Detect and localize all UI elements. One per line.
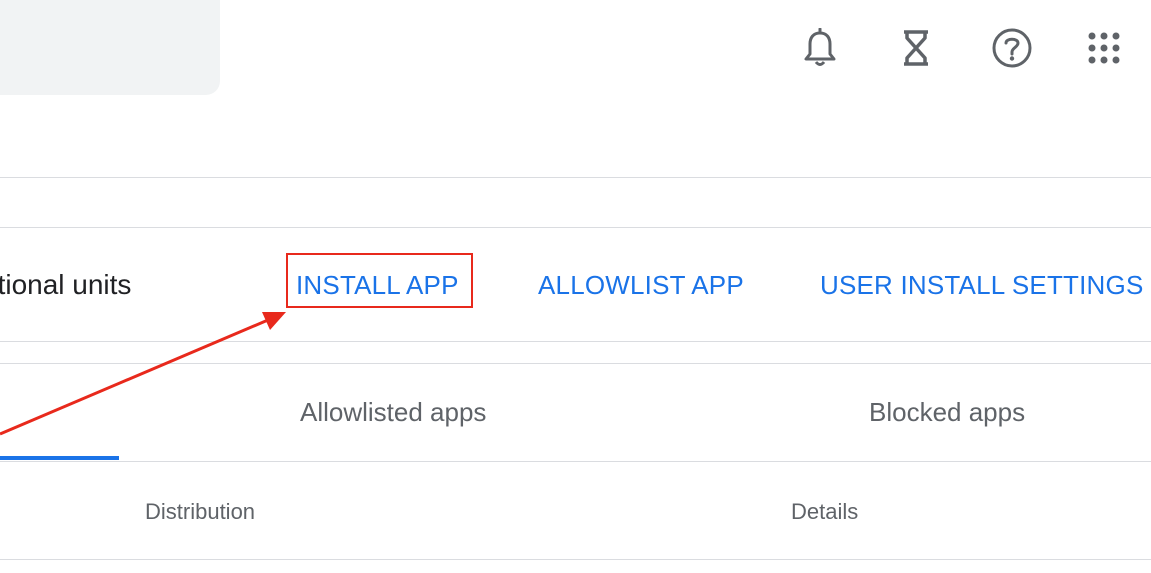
hourglass-button[interactable] [892,24,940,72]
divider [0,227,1151,228]
notifications-button[interactable] [796,24,844,72]
divider [0,461,1151,462]
organizational-units-label: ational units [0,269,132,300]
divider [0,559,1151,560]
user-install-settings-button[interactable]: USER INSTALL SETTINGS [820,266,1144,304]
tab-blocked-apps[interactable]: Blocked apps [869,392,1025,432]
help-icon [992,28,1032,68]
hourglass-icon [904,30,928,66]
search-box[interactable] [0,0,220,95]
divider [0,341,1151,342]
column-header-distribution[interactable]: Distribution [145,497,255,527]
help-button[interactable] [988,24,1036,72]
column-header-details[interactable]: Details [791,497,858,527]
notifications-bell-icon [804,28,836,66]
install-app-highlight [286,253,473,308]
allowlist-app-button[interactable]: ALLOWLIST APP [538,266,744,304]
active-tab-indicator [0,456,119,460]
tab-allowlisted-apps[interactable]: Allowlisted apps [300,392,486,432]
divider [0,177,1151,178]
apps-grid-icon [1088,32,1120,64]
apps-grid-button[interactable] [1080,24,1128,72]
divider [0,363,1151,364]
